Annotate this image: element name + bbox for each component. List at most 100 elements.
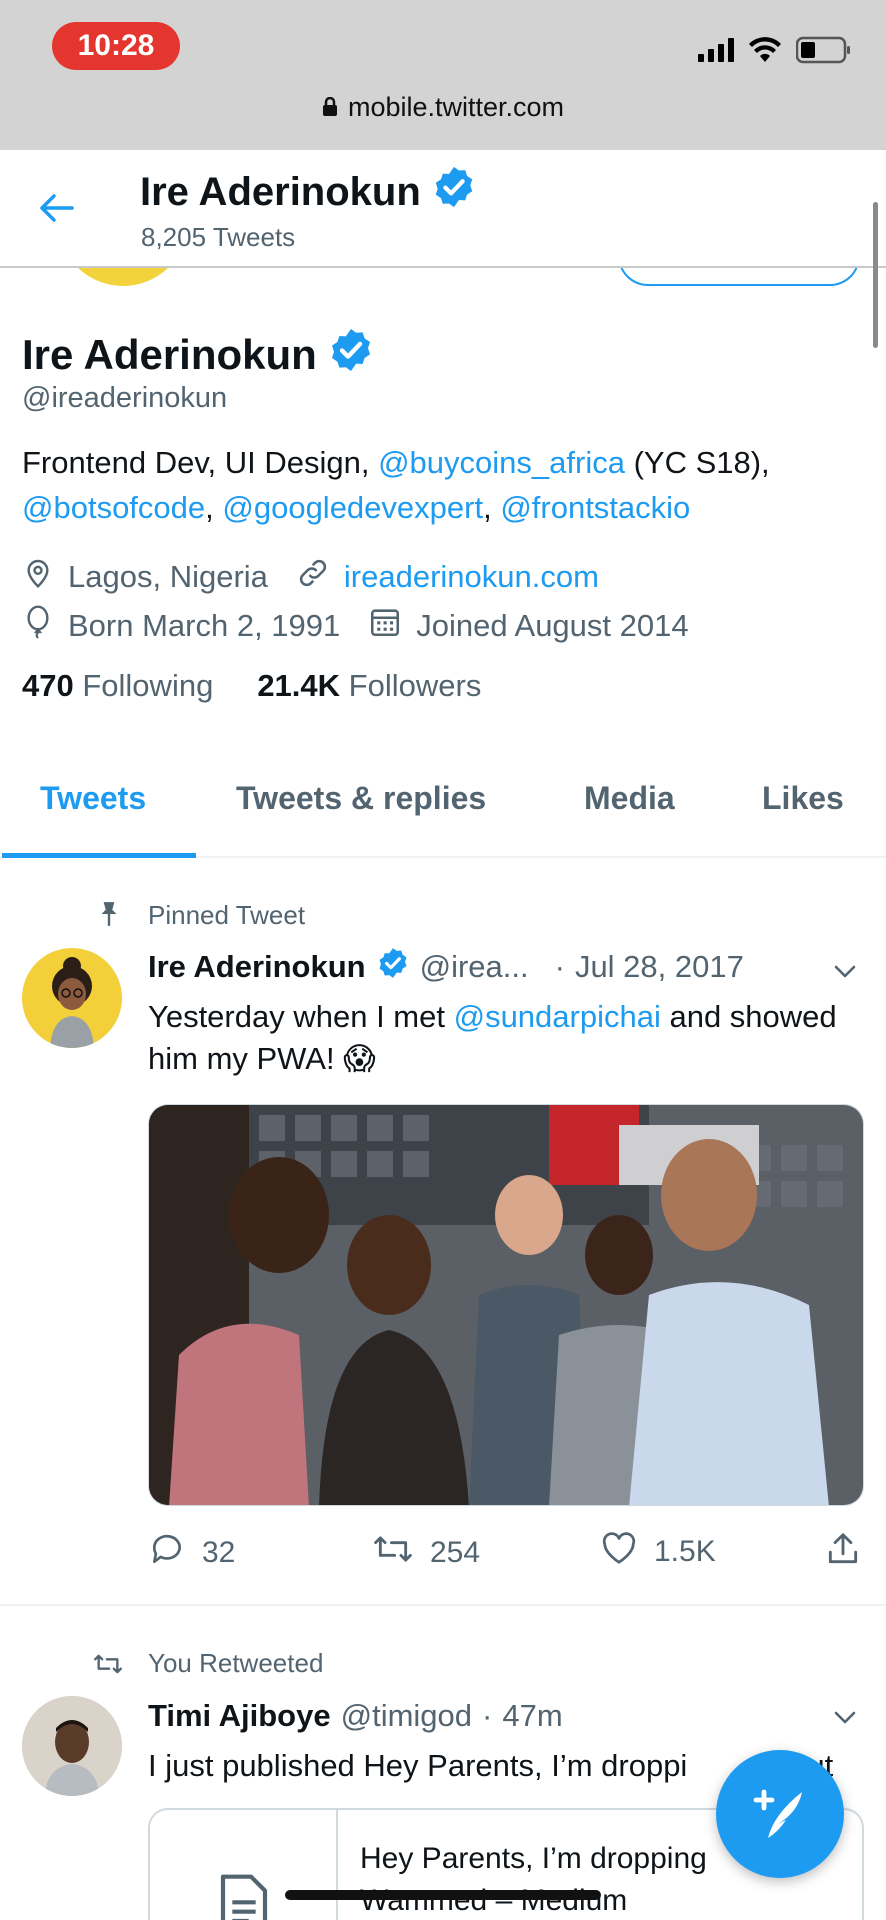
wifi-icon [748,37,782,63]
status-time: 10:28 [52,22,180,70]
status-icons [698,36,852,64]
profile-name: Ire Aderinokun [22,331,317,378]
tweet-mention-link[interactable]: @sundarpichai [454,999,661,1034]
profile-tabs: Tweets Tweets & replies Media Likes [0,762,886,858]
profile-handle: @ireaderinokun [22,382,228,414]
balloon-icon [22,604,54,648]
tweet-author-name[interactable]: Ire Aderinokun [148,949,366,985]
card-title: Hey Parents, I’m dropping [360,1842,707,1875]
verified-badge-icon [327,326,375,384]
retweet-context-icon [92,1650,124,1683]
profile-header-bar: Ire Aderinokun 8,205 Tweets [0,150,886,268]
link-icon [296,556,330,598]
retweeted-label: You Retweeted [148,1648,324,1678]
chevron-down-icon[interactable] [830,956,860,986]
tweet-date[interactable]: 47m [502,1698,562,1734]
location-pin-icon [22,556,54,598]
heart-icon [600,1530,638,1574]
tab-tweets[interactable]: Tweets [40,780,146,817]
website[interactable]: ireaderinokun.com [296,556,599,598]
bio-mention-link[interactable]: @frontstackio [500,490,690,525]
tweet-author-handle[interactable]: @timigod [341,1698,472,1734]
verified-badge-icon [431,164,477,220]
home-indicator[interactable] [285,1890,601,1900]
follow-stats: 470 Following 21.4K Followers [22,668,481,704]
following-link[interactable]: 470 Following [22,668,213,704]
browser-top-bar: 10:28 mobile.twitter.com [0,0,886,150]
tweet-author-name[interactable]: Timi Ajiboye [148,1698,331,1734]
url-bar[interactable]: mobile.twitter.com [0,92,886,124]
url-text: mobile.twitter.com [347,92,565,122]
bio-mention-link[interactable]: @buycoins_africa [378,445,625,480]
tweet-body: Yesterday when I met @sundarpichai and s… [148,996,848,1080]
tweet-text: I just published Hey Parents, I’m droppi [148,1748,688,1783]
reply-icon [148,1530,186,1576]
followers-link[interactable]: 21.4K Followers [257,668,481,704]
cellular-signal-icon [698,38,734,62]
bio-text: (YC S18), [624,445,770,480]
tweet-author-handle[interactable]: @irea... [420,949,529,985]
tweet-avatar[interactable] [22,948,122,1048]
bio-text: , [483,490,501,525]
tab-likes[interactable]: Likes [762,780,844,817]
feather-plus-icon [750,1784,810,1849]
tab-media[interactable]: Media [584,780,675,817]
following-label: Following [82,668,214,703]
retweet-count: 254 [430,1536,481,1569]
back-arrow-icon[interactable] [36,188,76,228]
like-button[interactable]: 1.5K [600,1530,716,1574]
location: Lagos, Nigeria [22,556,268,598]
bio-text: Frontend Dev, UI Design, [22,445,379,480]
active-tab-indicator [2,853,196,858]
birthday-text: Born March 2, 1991 [68,608,341,643]
compose-tweet-button[interactable] [716,1750,844,1878]
header-name: Ire Aderinokun [140,169,421,214]
tweet-divider [0,1604,886,1606]
tweet-header: Timi Ajiboye @timigod · 47m [148,1698,563,1734]
bio-mention-link[interactable]: @botsofcode [22,490,205,525]
scrollbar[interactable] [873,202,878,348]
pinned-label: Pinned Tweet [148,900,306,930]
dot-separator: · [554,949,565,984]
like-count: 1.5K [654,1535,716,1568]
dot-separator: · [482,1698,493,1733]
joined: Joined August 2014 [368,605,689,647]
tweet-text: Yesterday when I met [148,999,454,1034]
tweet-header: Ire Aderinokun @irea... · Jul 28, 2017 [148,946,744,988]
battery-icon [796,36,852,64]
location-text: Lagos, Nigeria [68,559,268,594]
profile-name-row: Ire Aderinokun [22,326,375,384]
profile-meta-row-2: Born March 2, 1991 Joined August 2014 [22,604,717,648]
birthday: Born March 2, 1991 [22,604,340,648]
share-button[interactable] [824,1530,862,1576]
tweet-avatar[interactable] [22,1696,122,1796]
website-link[interactable]: ireaderinokun.com [344,559,599,595]
verified-badge-icon [376,946,410,988]
profile-bio: Frontend Dev, UI Design, @buycoins_afric… [22,440,872,530]
card-source: Wammed – Medium [360,1884,628,1917]
pin-icon [96,900,122,933]
retweet-button[interactable]: 254 [372,1530,480,1576]
following-count: 470 [22,668,74,703]
chevron-down-icon[interactable] [830,1702,860,1732]
card-thumbnail [150,1810,338,1920]
calendar-icon [368,605,402,647]
share-icon [824,1530,862,1576]
tweet-actions: 32 254 1.5K [148,1530,864,1570]
tweet-count: 8,205 Tweets [141,222,296,252]
reply-count: 32 [202,1536,236,1569]
profile-meta-row-1: Lagos, Nigeria ireaderinokun.com [22,556,627,598]
emoji-scream: 😱 [343,1041,376,1076]
retweet-icon [372,1530,414,1576]
followers-label: Followers [348,668,482,703]
tweet-photo[interactable] [148,1104,864,1506]
reply-button[interactable]: 32 [148,1530,235,1576]
tweet-date[interactable]: Jul 28, 2017 [575,949,744,985]
lock-icon [322,93,338,124]
joined-text: Joined August 2014 [416,608,689,643]
tab-tweets-replies[interactable]: Tweets & replies [236,780,486,817]
followers-count: 21.4K [257,668,341,703]
bio-mention-link[interactable]: @googledevexpert [222,490,483,525]
bio-text: , [205,490,223,525]
header-title: Ire Aderinokun [140,164,477,220]
